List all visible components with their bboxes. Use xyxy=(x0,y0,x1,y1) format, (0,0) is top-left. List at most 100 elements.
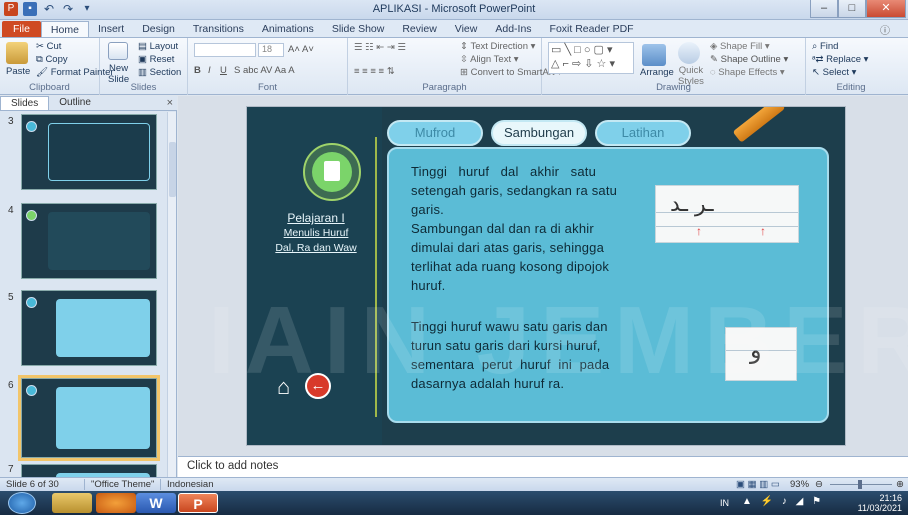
tab-slide-show[interactable]: Slide Show xyxy=(323,21,394,37)
quick-styles-icon[interactable] xyxy=(678,42,700,64)
arrange-icon[interactable] xyxy=(642,44,666,66)
text-direction-button[interactable]: ⇕ Text Direction ▾ xyxy=(460,41,535,52)
reset-button[interactable]: ▣ Reset xyxy=(138,54,174,65)
bold-button[interactable]: B xyxy=(194,65,201,76)
tab-outline-panel[interactable]: Outline xyxy=(49,96,101,110)
tab-sambungan[interactable]: Sambungan xyxy=(491,120,587,146)
italic-button[interactable]: I xyxy=(208,65,211,76)
strike-button[interactable]: S abc AV Aa A xyxy=(234,65,295,76)
drawing-group: ▭ ╲ □ ○ ▢ ▾ △ ⌐ ⇨ ⇩ ☆ ▾ Arrange Quick Styl… xyxy=(542,38,806,95)
tab-file[interactable]: File xyxy=(2,21,41,37)
home-icon[interactable]: ⌂ xyxy=(277,376,299,398)
p1-line: huruf. xyxy=(411,278,446,293)
select-button[interactable]: ↖ Select ▾ xyxy=(812,67,856,78)
explorer-taskbar-icon[interactable] xyxy=(52,493,92,513)
word-taskbar-icon[interactable]: W xyxy=(136,493,176,513)
current-slide[interactable]: Pelajaran I Menulis Huruf Dal, Ra dan Wa… xyxy=(246,106,846,446)
lesson-badge xyxy=(303,143,361,201)
paste-icon[interactable] xyxy=(6,42,28,64)
new-slide-icon[interactable] xyxy=(108,42,128,60)
tab-foxit[interactable]: Foxit Reader PDF xyxy=(541,21,643,37)
zoom-slider-thumb[interactable] xyxy=(858,480,862,489)
tab-transitions[interactable]: Transitions xyxy=(184,21,253,37)
slide-thumbnail[interactable] xyxy=(21,290,157,366)
tab-animations[interactable]: Animations xyxy=(253,21,323,37)
document-icon xyxy=(312,152,352,192)
theme-name: "Office Theme" xyxy=(84,479,154,490)
tab-home[interactable]: Home xyxy=(40,21,89,37)
zoom-out-icon[interactable]: ⊖ xyxy=(815,479,823,490)
replace-button[interactable]: ᵃ⇄ Replace ▾ xyxy=(812,54,868,65)
font-size-box[interactable]: 18 xyxy=(258,43,284,57)
slide-thumbnail[interactable] xyxy=(21,203,157,279)
view-buttons[interactable]: ▣ ▦ ▥ ▭ xyxy=(736,479,780,490)
lesson-title-block: Pelajaran I Menulis Huruf Dal, Ra dan Wa… xyxy=(261,211,371,256)
cursor-icon: ↖ xyxy=(812,67,823,78)
back-arrow-icon[interactable]: ← xyxy=(305,373,331,399)
zoom-in-icon[interactable]: ⊕ xyxy=(896,479,904,490)
replace-icon: ᵃ⇄ xyxy=(812,54,827,65)
tab-design[interactable]: Design xyxy=(133,21,184,37)
tab-mufrod[interactable]: Mufrod xyxy=(387,120,483,146)
grow-shrink-font[interactable]: A˄ A˅ xyxy=(288,44,314,55)
font-group: 18 A˄ A˅ B I U S abc AV Aa A Font xyxy=(188,38,348,95)
tab-slides-panel[interactable]: Slides xyxy=(0,96,50,110)
bullets-buttons[interactable]: ☰ ☷ ⇤ ⇥ ☰ xyxy=(354,42,406,53)
shape-outline-button[interactable]: ✎ Shape Outline ▾ xyxy=(710,54,788,65)
tab-insert[interactable]: Insert xyxy=(89,21,133,37)
tray-icons[interactable]: ▲ ⚡ ♪ ◢ ⚑ xyxy=(742,496,824,507)
arrange-button[interactable]: Arrange xyxy=(640,67,674,78)
font-label: Font xyxy=(257,82,277,93)
minimize-button[interactable]: – xyxy=(810,0,838,18)
powerpoint-taskbar-icon[interactable]: P xyxy=(178,493,218,513)
replace-label: Replace xyxy=(826,54,861,65)
shapes-gallery[interactable]: ▭ ╲ □ ○ ▢ ▾ △ ⌐ ⇨ ⇩ ☆ ▾ xyxy=(548,42,634,74)
clipboard-label: Clipboard xyxy=(29,82,70,93)
layout-button[interactable]: ▤ Layout xyxy=(138,41,178,52)
shape-fill-button[interactable]: ◈ Shape Fill ▾ xyxy=(710,41,770,52)
paragraph-1: Tinggi huruf dal akhir satu setengah gar… xyxy=(411,162,647,295)
close-pane-icon[interactable]: × xyxy=(167,97,173,109)
fill-bucket-icon: ◈ xyxy=(710,41,720,52)
new-slide-label: New xyxy=(109,63,129,74)
binoculars-icon: ⌕ xyxy=(812,41,820,52)
clock[interactable]: 21:16 11/03/2021 xyxy=(858,493,902,513)
arabic-letter-waw: و xyxy=(750,336,762,364)
language[interactable]: Indonesian xyxy=(160,479,213,490)
tab-latihan[interactable]: Latihan xyxy=(595,120,691,146)
thumbnail-scrollbar[interactable] xyxy=(167,112,176,477)
firefox-taskbar-icon[interactable] xyxy=(96,493,136,513)
align-buttons[interactable]: ≡ ≡ ≡ ≡ ⇅ xyxy=(354,66,395,77)
start-button[interactable] xyxy=(8,492,36,514)
slide-thumbnail-selected[interactable] xyxy=(18,375,160,461)
maximize-button[interactable]: □ xyxy=(838,0,866,18)
close-button[interactable]: ✕ xyxy=(866,0,906,18)
help-icon[interactable]: ⓘ xyxy=(880,22,890,37)
input-language[interactable]: IN xyxy=(720,498,729,508)
cut-button[interactable]: ✂ Cut xyxy=(36,41,61,52)
copy-button[interactable]: ⧉ Copy xyxy=(36,54,68,65)
clock-time: 21:16 xyxy=(879,493,902,503)
find-button[interactable]: ⌕ Find xyxy=(812,41,838,52)
slide-number: 7 xyxy=(8,464,14,475)
p1-line: terlihat ada ruang kosong dipojok xyxy=(411,259,610,274)
tab-review[interactable]: Review xyxy=(393,21,445,37)
tab-add-ins[interactable]: Add-Ins xyxy=(486,21,540,37)
clock-date: 11/03/2021 xyxy=(857,503,902,513)
notes-pane[interactable]: Click to add notes xyxy=(178,456,908,477)
tab-view[interactable]: View xyxy=(446,21,487,37)
align-text-button[interactable]: ⇳ Align Text ▾ xyxy=(460,54,519,65)
shape-effects-button[interactable]: ◌ Shape Effects ▾ xyxy=(710,67,785,78)
status-bar: Slide 6 of 30 "Office Theme" Indonesian … xyxy=(0,477,908,491)
p1-line: dimulai dari atas garis, sehingga xyxy=(411,240,605,255)
zoom-level[interactable]: 93% xyxy=(790,479,809,490)
font-name-box[interactable] xyxy=(194,43,256,57)
slides-label: Slides xyxy=(130,82,157,93)
slide-thumbnail[interactable] xyxy=(21,464,157,477)
paste-button[interactable]: Paste xyxy=(6,66,30,77)
slide-number: 3 xyxy=(8,116,14,127)
underline-button[interactable]: U xyxy=(220,65,227,76)
quick-styles-label: Quick xyxy=(678,65,704,76)
section-button[interactable]: ▥ Section xyxy=(138,67,181,78)
slide-thumbnail[interactable] xyxy=(21,114,157,190)
